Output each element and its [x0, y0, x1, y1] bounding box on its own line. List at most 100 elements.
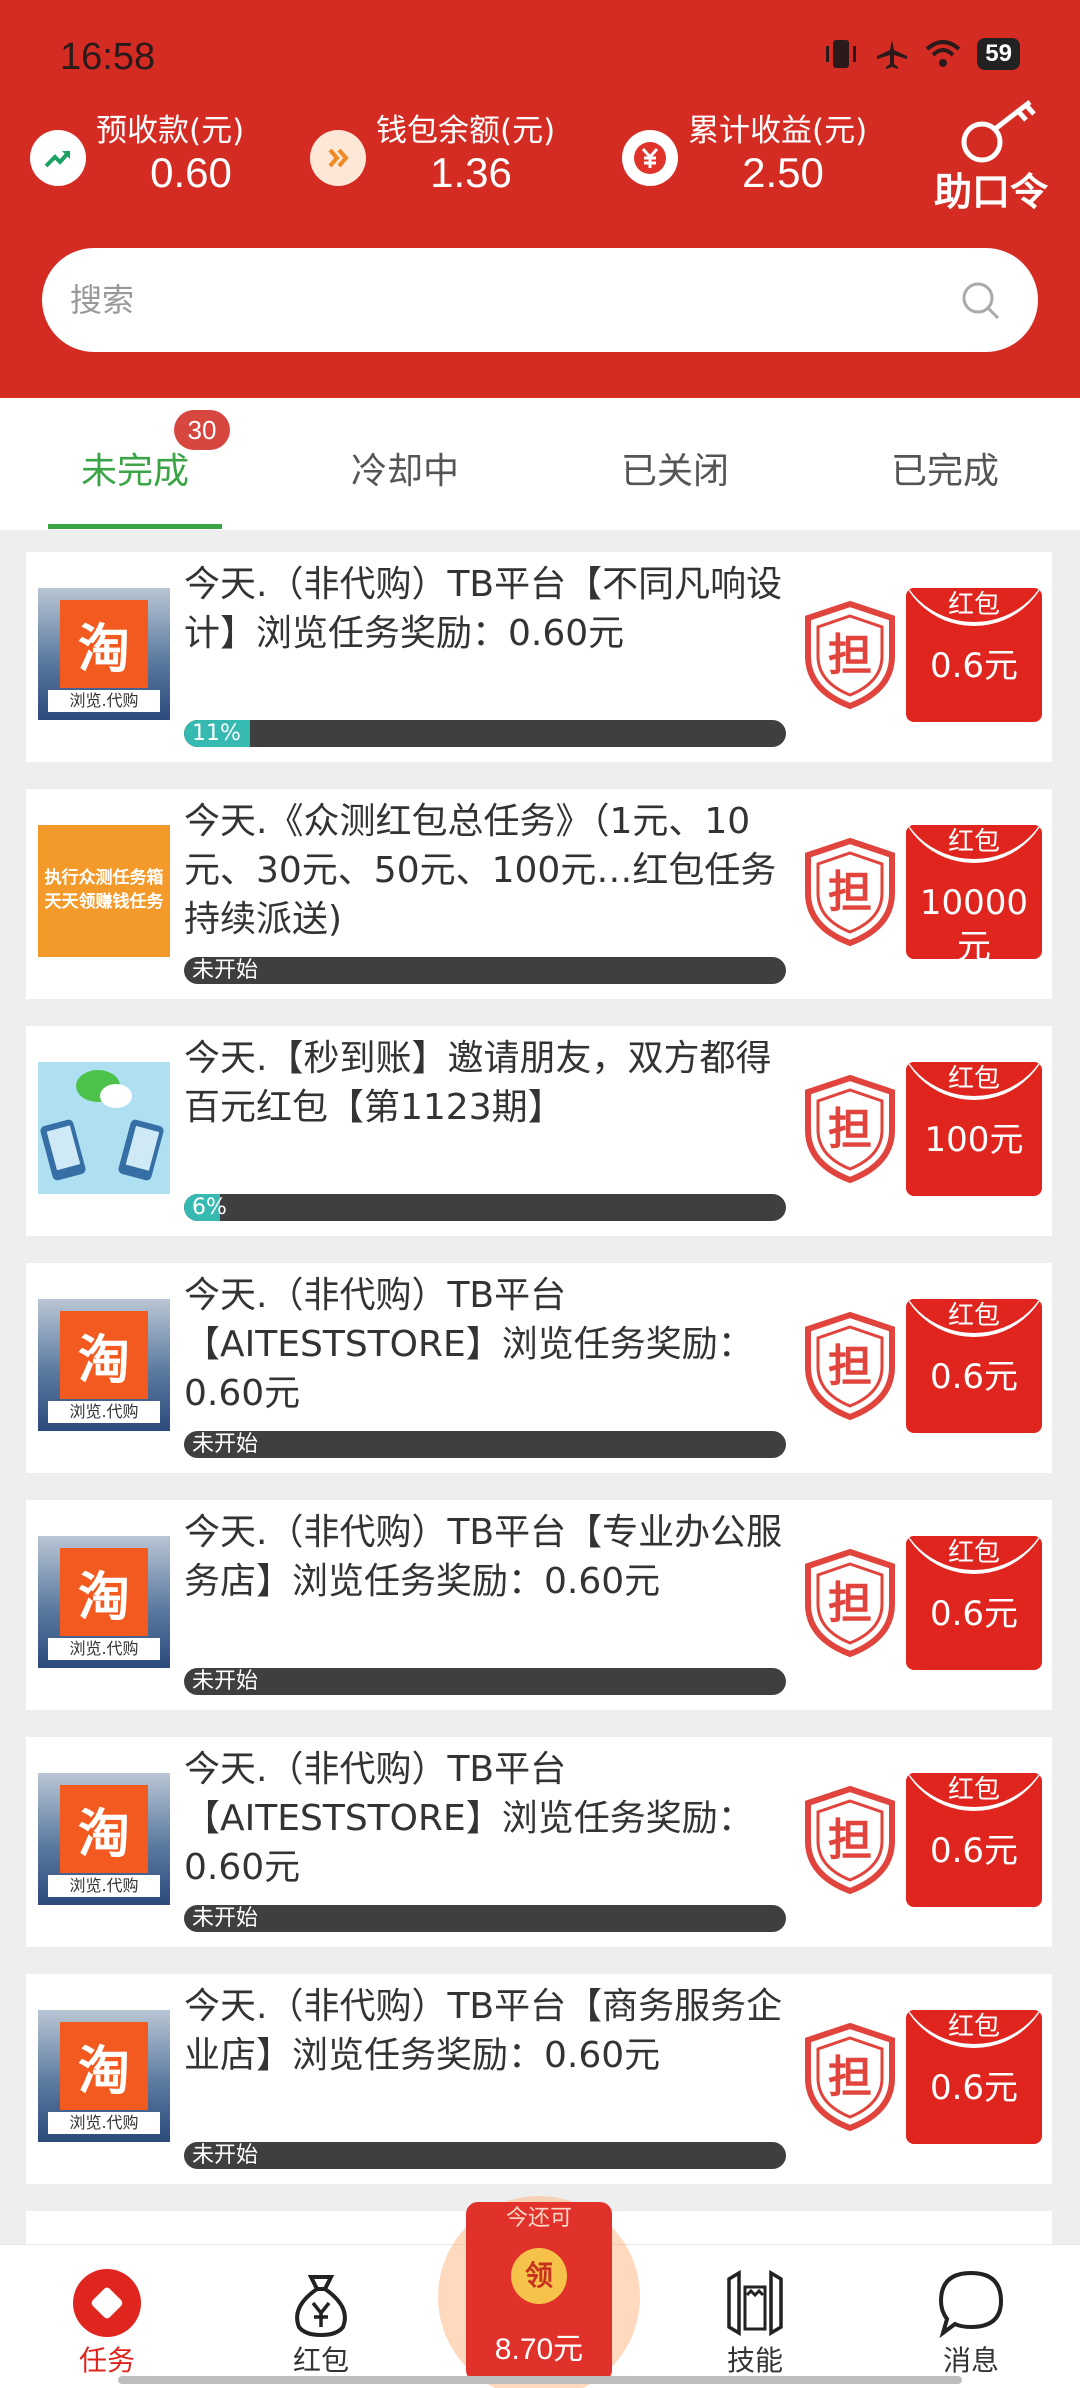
- task-title: 今天.（非代购）TB平台【专业办公服务店】浏览任务奖励：0.60元: [184, 1512, 783, 1602]
- guarantee-shield-icon: 担: [805, 1074, 895, 1184]
- task-title: 今天.（非代购）TB平台【AITESTSTORE】浏览任务奖励：0.60元: [184, 1275, 754, 1414]
- task-card[interactable]: 淘浏览.代购 今天.（非代购）TB平台【AITESTSTORE】浏览任务奖励：0.…: [26, 1263, 1052, 1473]
- task-progress-bar: 未开始: [184, 1905, 786, 1932]
- task-title: 今天.（非代购）TB平台【不同凡响设计】浏览任务奖励：0.60元: [184, 564, 783, 654]
- zhukouling-button[interactable]: 助口令: [926, 96, 1056, 216]
- stat-value: 2.50: [742, 149, 824, 196]
- tab-completed[interactable]: 已完成: [810, 398, 1080, 530]
- task-title: 今天.（非代购）TB平台【AITESTSTORE】浏览任务奖励：0.60元: [184, 1749, 754, 1888]
- claim-amount: 8.70元: [494, 2333, 584, 2366]
- stat-label: 钱包余额(元): [376, 113, 556, 149]
- reward-amount: 0.6元: [929, 646, 1019, 686]
- guarantee-shield-icon: 担: [805, 600, 895, 710]
- airplane-icon: [877, 40, 908, 69]
- task-progress-bar: 6%: [184, 1194, 786, 1221]
- progress-text: 未开始: [192, 1669, 259, 1694]
- promo-line: 执行众测任务箱: [44, 868, 164, 888]
- task-title: 今天.（非代购）TB平台【商务服务企业店】浏览任务奖励：0.60元: [184, 1986, 783, 2076]
- nav-messages[interactable]: 消息: [896, 2245, 1046, 2388]
- search-icon[interactable]: [960, 280, 1002, 322]
- task-progress-bar: 11%: [184, 720, 786, 747]
- claim-hongbao-button[interactable]: 今还可 领 8.70元: [438, 2186, 640, 2388]
- tab-label: 已完成: [890, 451, 999, 492]
- taobao-thumbnail: 淘浏览.代购: [38, 1773, 170, 1905]
- header: 16:58 59 预收款(元) 0.60 钱包余额(元) 1.36 累计收益(元…: [0, 0, 1080, 398]
- claim-top-text: 今还可: [505, 2206, 572, 2231]
- stat-value: 0.60: [150, 149, 232, 196]
- money-bag-icon: [295, 2275, 347, 2338]
- guarantee-char: 担: [828, 867, 872, 918]
- guarantee-shield-icon: 担: [805, 837, 895, 947]
- stat-label: 预收款(元): [96, 113, 245, 149]
- nav-hongbao[interactable]: 红包: [246, 2245, 396, 2388]
- task-progress-bar: 未开始: [184, 957, 786, 984]
- stats-row: 预收款(元) 0.60 钱包余额(元) 1.36 累计收益(元) 2.50: [0, 105, 1080, 205]
- hongbao-label: 红包: [947, 1064, 1000, 1094]
- task-card[interactable]: 今天.【秒到账】邀请朋友，双方都得百元红包【第1123期】 6% 担 红包 100元: [26, 1026, 1052, 1236]
- skill-icon: [727, 2269, 783, 2337]
- yen-icon: [622, 130, 678, 186]
- vibrate-icon: [826, 40, 857, 68]
- tab-cooling[interactable]: 冷却中: [270, 398, 540, 530]
- task-card[interactable]: 淘浏览.代购 今天.（非代购）TB平台【不同凡响设计】浏览任务奖励：0.60元 11…: [26, 552, 1052, 762]
- stat-value: 1.36: [430, 149, 512, 196]
- task-card[interactable]: 淘浏览.代购 今天.（非代购）TB平台【AITESTSTORE】浏览任务奖励：0.…: [26, 1737, 1052, 1947]
- taobao-logo: 淘: [60, 600, 148, 688]
- reward-hongbao: 红包 0.6元: [906, 2010, 1042, 2144]
- reward-hongbao: 红包 0.6元: [906, 588, 1042, 722]
- guarantee-shield-icon: 担: [805, 1311, 895, 1421]
- taobao-logo: 淘: [60, 2022, 148, 2110]
- guarantee-char: 担: [828, 1815, 872, 1866]
- hongbao-label: 红包: [947, 1301, 1000, 1331]
- task-card[interactable]: 淘浏览.代购 今天.（非代购）TB平台【商务服务企业店】浏览任务奖励：0.60元未…: [26, 1974, 1052, 2184]
- task-progress-bar: 未开始: [184, 1668, 786, 1695]
- hongbao-label: 红包: [947, 827, 1000, 857]
- task-icon: [73, 2269, 141, 2337]
- reward-hongbao: 红包 10000元: [906, 825, 1042, 959]
- double-chevron-icon: [310, 130, 366, 186]
- taobao-thumbnail: 淘浏览.代购: [38, 2010, 170, 2142]
- progress-text: 未开始: [192, 958, 259, 983]
- reward-hongbao: 红包 0.6元: [906, 1773, 1042, 1907]
- guarantee-char: 担: [828, 1341, 872, 1392]
- nav-skills[interactable]: 技能: [680, 2245, 830, 2388]
- taobao-logo: 淘: [60, 1785, 148, 1873]
- promo-line: 天天领赚钱任务: [44, 892, 164, 912]
- wechat-icon: [40, 1070, 164, 1181]
- tab-unfinished[interactable]: 未完成 30: [0, 398, 270, 530]
- wifi-icon: [925, 40, 961, 67]
- active-tab-underline: [48, 524, 222, 529]
- task-title: 今天.【秒到账】邀请朋友，双方都得百元红包【第1123期】: [184, 1038, 772, 1128]
- search-bar[interactable]: [42, 248, 1038, 352]
- guarantee-shield-icon: 担: [805, 2022, 895, 2132]
- progress-text: 11%: [192, 721, 241, 746]
- reward-hongbao: 红包 0.6元: [906, 1299, 1042, 1433]
- guarantee-shield-icon: 担: [805, 1548, 895, 1658]
- taobao-caption: 浏览.代购: [48, 2112, 160, 2134]
- guarantee-char: 担: [828, 1578, 872, 1629]
- reward-amount: 0.6元: [929, 2068, 1019, 2108]
- reward-amount: 0.6元: [929, 1594, 1019, 1634]
- taobao-logo: 淘: [60, 1311, 148, 1399]
- tab-label: 未完成: [80, 451, 189, 492]
- progress-text: 未开始: [192, 1432, 259, 1457]
- task-progress-bar: 未开始: [184, 2142, 786, 2169]
- hongbao-label: 红包: [947, 1538, 1000, 1568]
- hongbao-label: 红包: [947, 590, 1000, 620]
- status-time: 16:58: [60, 36, 156, 78]
- guarantee-char: 担: [828, 1104, 872, 1155]
- tab-closed[interactable]: 已关闭: [540, 398, 810, 530]
- guarantee-shield-icon: 担: [805, 1785, 895, 1895]
- status-tabs: 未完成 30 冷却中 已关闭 已完成: [0, 398, 1080, 530]
- nav-label: 技能: [726, 2344, 783, 2377]
- search-input[interactable]: [70, 268, 930, 332]
- task-card[interactable]: 执行众测任务箱 天天领赚钱任务 今天.《众测红包总任务》（1元、10元、30元、50…: [26, 789, 1052, 999]
- nav-tasks[interactable]: 任务: [32, 2245, 182, 2388]
- claim-coin-icon: 领: [511, 2248, 567, 2304]
- task-card[interactable]: 淘浏览.代购 今天.（非代购）TB平台【专业办公服务店】浏览任务奖励：0.60元未…: [26, 1500, 1052, 1710]
- reward-amount: 10000元: [919, 883, 1029, 959]
- gesture-bar: [118, 2376, 962, 2384]
- hongbao-label: 红包: [947, 1775, 1000, 1805]
- status-icons: 59: [823, 38, 1020, 70]
- tab-label: 已关闭: [620, 451, 729, 492]
